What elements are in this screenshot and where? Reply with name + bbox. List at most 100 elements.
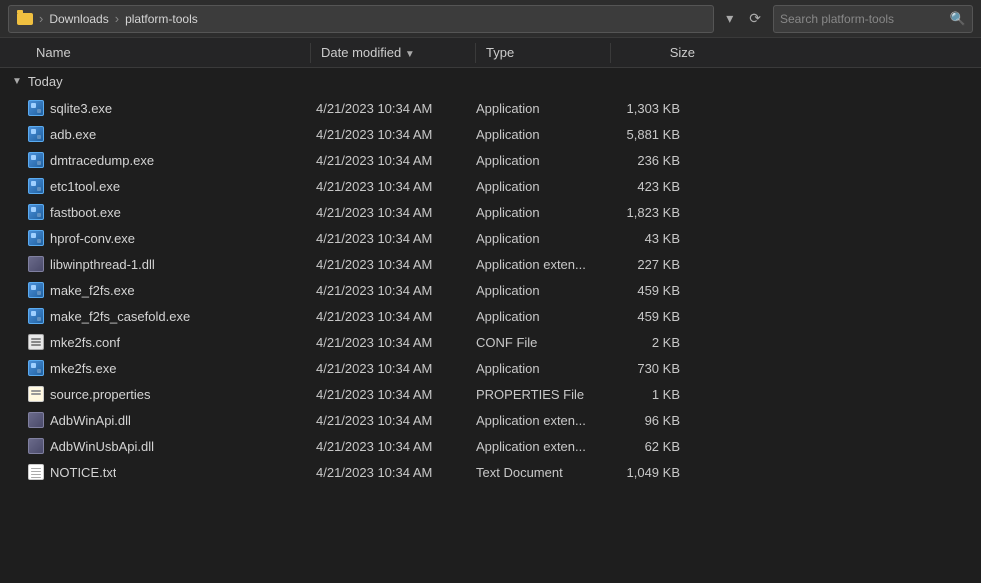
filename-text: sqlite3.exe — [50, 101, 112, 116]
file-icon-dll — [28, 256, 44, 272]
file-type-cell: Application — [468, 127, 598, 142]
file-name-cell: make_f2fs_casefold.exe — [28, 308, 308, 324]
file-icon-exe — [28, 282, 44, 298]
file-type-cell: Text Document — [468, 465, 598, 480]
file-size-cell: 1 KB — [598, 387, 688, 402]
file-date-cell: 4/21/2023 10:34 AM — [308, 257, 468, 272]
file-date-cell: 4/21/2023 10:34 AM — [308, 101, 468, 116]
table-row[interactable]: source.properties 4/21/2023 10:34 AM PRO… — [0, 381, 981, 407]
file-date-cell: 4/21/2023 10:34 AM — [308, 413, 468, 428]
breadcrumb[interactable]: › Downloads › platform-tools — [8, 5, 714, 33]
filename-text: NOTICE.txt — [50, 465, 116, 480]
file-size-cell: 1,823 KB — [598, 205, 688, 220]
filename-text: source.properties — [50, 387, 150, 402]
file-size-cell: 62 KB — [598, 439, 688, 454]
column-headers: Name Date modified ▼ Type Size — [0, 38, 981, 68]
sort-arrow-icon: ▼ — [405, 49, 415, 60]
filename-text: mke2fs.exe — [50, 361, 116, 376]
file-icon-conf — [28, 334, 44, 350]
table-row[interactable]: NOTICE.txt 4/21/2023 10:34 AM Text Docum… — [0, 459, 981, 485]
file-name-cell: sqlite3.exe — [28, 100, 308, 116]
breadcrumb-downloads[interactable]: Downloads — [49, 12, 108, 26]
col-header-date[interactable]: Date modified ▼ — [313, 45, 473, 60]
file-list: ▼ Today sqlite3.exe 4/21/2023 10:34 AM A… — [0, 68, 981, 583]
table-row[interactable]: make_f2fs_casefold.exe 4/21/2023 10:34 A… — [0, 303, 981, 329]
file-type-cell: Application — [468, 205, 598, 220]
search-input[interactable] — [780, 12, 946, 26]
file-size-cell: 459 KB — [598, 283, 688, 298]
file-date-cell: 4/21/2023 10:34 AM — [308, 205, 468, 220]
table-row[interactable]: hprof-conv.exe 4/21/2023 10:34 AM Applic… — [0, 225, 981, 251]
filename-text: AdbWinUsbApi.dll — [50, 439, 154, 454]
file-size-cell: 1,049 KB — [598, 465, 688, 480]
file-name-cell: mke2fs.exe — [28, 360, 308, 376]
file-name-cell: source.properties — [28, 386, 308, 402]
table-row[interactable]: adb.exe 4/21/2023 10:34 AM Application 5… — [0, 121, 981, 147]
address-bar: › Downloads › platform-tools ▾ ⟳ 🔍 — [0, 0, 981, 38]
group-toggle-icon[interactable]: ▼ — [12, 76, 22, 87]
dropdown-button[interactable]: ▾ — [720, 8, 739, 29]
table-row[interactable]: libwinpthread-1.dll 4/21/2023 10:34 AM A… — [0, 251, 981, 277]
file-name-cell: make_f2fs.exe — [28, 282, 308, 298]
file-icon-exe — [28, 204, 44, 220]
file-size-cell: 1,303 KB — [598, 101, 688, 116]
table-row[interactable]: make_f2fs.exe 4/21/2023 10:34 AM Applica… — [0, 277, 981, 303]
table-row[interactable]: AdbWinUsbApi.dll 4/21/2023 10:34 AM Appl… — [0, 433, 981, 459]
file-name-cell: adb.exe — [28, 126, 308, 142]
file-size-cell: 2 KB — [598, 335, 688, 350]
file-icon-exe — [28, 230, 44, 246]
filename-text: fastboot.exe — [50, 205, 121, 220]
file-type-cell: Application — [468, 231, 598, 246]
table-row[interactable]: dmtracedump.exe 4/21/2023 10:34 AM Appli… — [0, 147, 981, 173]
file-date-cell: 4/21/2023 10:34 AM — [308, 361, 468, 376]
file-name-cell: AdbWinUsbApi.dll — [28, 438, 308, 454]
file-date-cell: 4/21/2023 10:34 AM — [308, 153, 468, 168]
file-icon-exe — [28, 126, 44, 142]
filename-text: hprof-conv.exe — [50, 231, 135, 246]
file-icon-exe — [28, 152, 44, 168]
file-size-cell: 459 KB — [598, 309, 688, 324]
file-size-cell: 730 KB — [598, 361, 688, 376]
file-type-cell: Application exten... — [468, 439, 598, 454]
table-row[interactable]: sqlite3.exe 4/21/2023 10:34 AM Applicati… — [0, 95, 981, 121]
file-date-cell: 4/21/2023 10:34 AM — [308, 439, 468, 454]
address-actions: ▾ ⟳ — [720, 8, 767, 29]
folder-icon — [17, 13, 33, 25]
file-name-cell: NOTICE.txt — [28, 464, 308, 480]
table-row[interactable]: mke2fs.conf 4/21/2023 10:34 AM CONF File… — [0, 329, 981, 355]
breadcrumb-platform-tools[interactable]: platform-tools — [125, 12, 198, 26]
file-date-cell: 4/21/2023 10:34 AM — [308, 387, 468, 402]
filename-text: etc1tool.exe — [50, 179, 120, 194]
table-row[interactable]: fastboot.exe 4/21/2023 10:34 AM Applicat… — [0, 199, 981, 225]
file-type-cell: Application — [468, 283, 598, 298]
file-name-cell: hprof-conv.exe — [28, 230, 308, 246]
file-name-cell: AdbWinApi.dll — [28, 412, 308, 428]
table-row[interactable]: etc1tool.exe 4/21/2023 10:34 AM Applicat… — [0, 173, 981, 199]
filename-text: make_f2fs.exe — [50, 283, 135, 298]
file-size-cell: 5,881 KB — [598, 127, 688, 142]
file-name-cell: dmtracedump.exe — [28, 152, 308, 168]
file-icon-exe — [28, 100, 44, 116]
search-box[interactable]: 🔍 — [773, 5, 973, 33]
file-date-cell: 4/21/2023 10:34 AM — [308, 335, 468, 350]
filename-text: dmtracedump.exe — [50, 153, 154, 168]
filename-text: libwinpthread-1.dll — [50, 257, 155, 272]
file-type-cell: Application — [468, 309, 598, 324]
group-header[interactable]: ▼ Today — [4, 68, 981, 95]
file-type-cell: Application — [468, 101, 598, 116]
file-date-cell: 4/21/2023 10:34 AM — [308, 283, 468, 298]
file-type-cell: CONF File — [468, 335, 598, 350]
file-date-cell: 4/21/2023 10:34 AM — [308, 309, 468, 324]
col-header-name[interactable]: Name — [28, 45, 308, 60]
filename-text: mke2fs.conf — [50, 335, 120, 350]
file-type-cell: Application — [468, 361, 598, 376]
filename-text: adb.exe — [50, 127, 96, 142]
file-type-cell: Application exten... — [468, 257, 598, 272]
table-row[interactable]: mke2fs.exe 4/21/2023 10:34 AM Applicatio… — [0, 355, 981, 381]
file-name-cell: mke2fs.conf — [28, 334, 308, 350]
col-header-size[interactable]: Size — [613, 45, 703, 60]
col-header-type[interactable]: Type — [478, 45, 608, 60]
file-icon-exe — [28, 308, 44, 324]
table-row[interactable]: AdbWinApi.dll 4/21/2023 10:34 AM Applica… — [0, 407, 981, 433]
refresh-button[interactable]: ⟳ — [743, 8, 767, 29]
